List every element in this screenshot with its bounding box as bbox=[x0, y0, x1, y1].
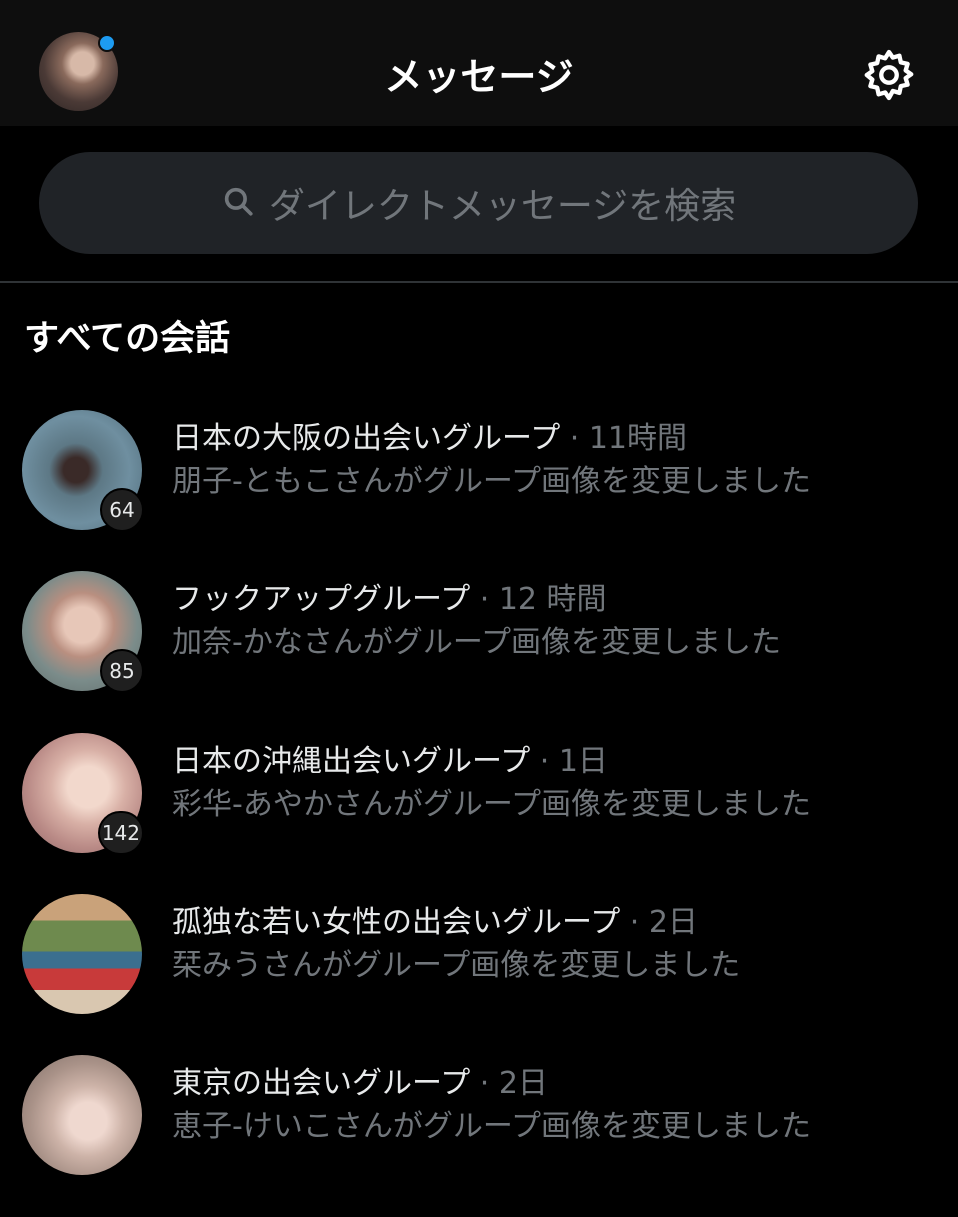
conversation-name: 孤独な若い女性の出会いグループ bbox=[172, 905, 621, 940]
search-placeholder: ダイレクトメッセージを検索 bbox=[268, 186, 737, 227]
group-avatar bbox=[22, 894, 142, 1014]
conversation-title: 孤独な若い女性の出会いグループ · 2日 bbox=[172, 905, 698, 940]
conversation-name: 日本の沖縄出会いグループ bbox=[172, 744, 531, 779]
gear-icon[interactable] bbox=[860, 46, 918, 104]
group-avatar bbox=[22, 1055, 142, 1175]
conversation-title: 日本の大阪の出会いグループ · 11時間 bbox=[172, 421, 688, 456]
group-avatar: 85 bbox=[22, 571, 144, 693]
conversation-time: 2日 bbox=[648, 905, 698, 940]
conversation-preview: 栞みうさんがグループ画像を変更しました bbox=[172, 948, 741, 983]
header-bar: メッセージ bbox=[0, 0, 958, 126]
conversation-name: 日本の大阪の出会いグループ bbox=[172, 421, 561, 456]
conversation-preview: 朋子-ともこさんがグループ画像を変更しました bbox=[172, 464, 812, 499]
conversation-time: 2日 bbox=[498, 1066, 548, 1101]
conversation-title: 日本の沖縄出会いグループ · 1日 bbox=[172, 744, 608, 779]
search-input[interactable]: ダイレクトメッセージを検索 bbox=[39, 152, 918, 254]
member-count-badge: 85 bbox=[100, 649, 144, 693]
search-icon bbox=[221, 184, 269, 222]
conversation-name: 東京の出会いグループ bbox=[172, 1066, 471, 1101]
conversation-time: 11時間 bbox=[588, 421, 688, 456]
group-avatar: 142 bbox=[22, 733, 144, 855]
conversation-row[interactable]: 85 フックアップグループ · 12 時間 加奈-かなさんがグループ画像を変更し… bbox=[0, 571, 958, 733]
conversation-row[interactable]: 東京の出会いグループ · 2日 恵子-けいこさんがグループ画像を変更しました bbox=[0, 1055, 958, 1217]
page-title: メッセージ bbox=[384, 55, 574, 99]
conversation-time: 12 時間 bbox=[498, 582, 607, 617]
conversation-row[interactable]: 孤独な若い女性の出会いグループ · 2日 栞みうさんがグループ画像を変更しました bbox=[0, 894, 958, 1056]
conversation-title: フックアップグループ · 12 時間 bbox=[172, 582, 607, 617]
conversation-preview: 恵子-けいこさんがグループ画像を変更しました bbox=[172, 1109, 812, 1144]
member-count-badge: 142 bbox=[97, 811, 144, 855]
conversation-row[interactable]: 64 日本の大阪の出会いグループ · 11時間 朋子-ともこさんがグループ画像を… bbox=[0, 410, 958, 572]
profile-avatar[interactable] bbox=[39, 32, 118, 111]
conversation-preview: 加奈-かなさんがグループ画像を変更しました bbox=[172, 625, 782, 660]
member-count-badge: 64 bbox=[100, 488, 144, 532]
conversation-title: 東京の出会いグループ · 2日 bbox=[172, 1066, 548, 1101]
notification-dot bbox=[98, 34, 116, 52]
conversation-name: フックアップグループ bbox=[172, 582, 471, 617]
conversation-preview: 彩华-あやかさんがグループ画像を変更しました bbox=[172, 787, 812, 822]
conversation-time: 1日 bbox=[558, 744, 608, 779]
conversation-row[interactable]: 142 日本の沖縄出会いグループ · 1日 彩华-あやかさんがグループ画像を変更… bbox=[0, 733, 958, 895]
section-title: すべての会話 bbox=[24, 319, 231, 359]
divider bbox=[0, 281, 958, 283]
group-avatar: 64 bbox=[22, 410, 144, 532]
